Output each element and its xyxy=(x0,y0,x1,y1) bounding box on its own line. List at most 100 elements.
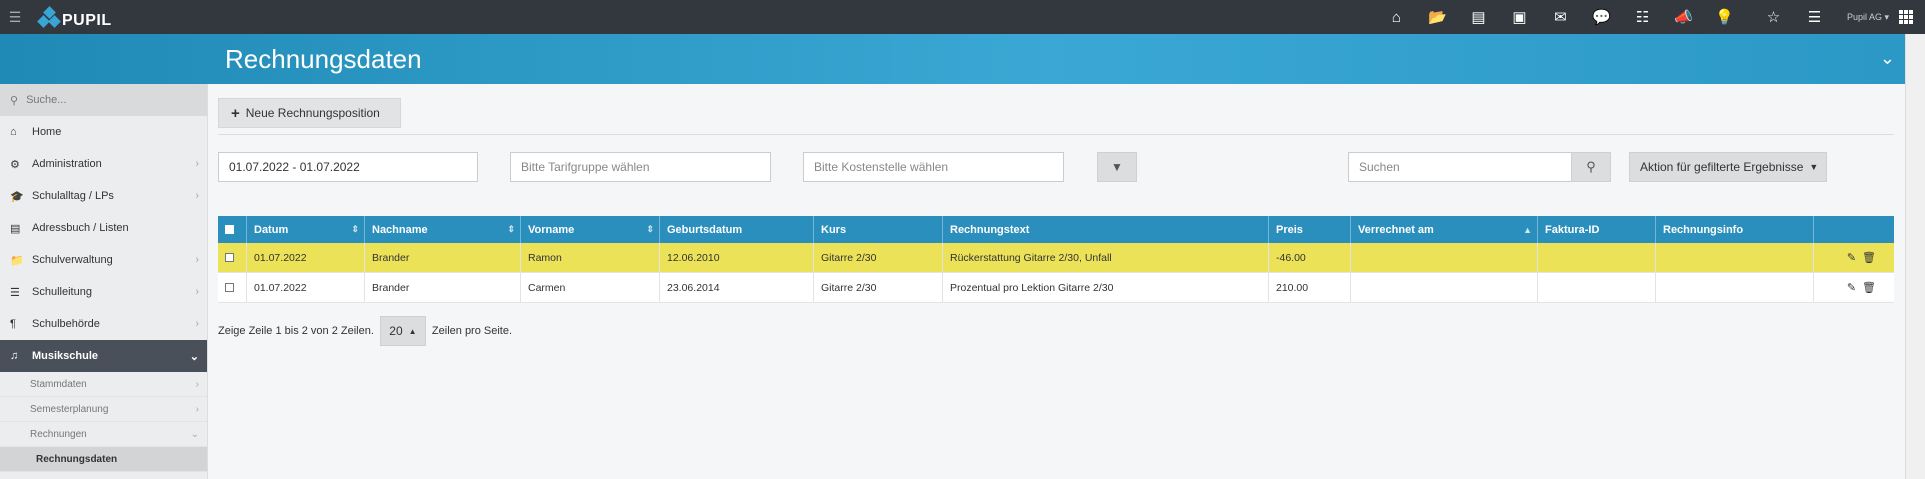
row-actions: ✎ 🗑 xyxy=(1814,273,1894,302)
chevron-right-icon: › xyxy=(195,378,199,390)
search-button[interactable]: ⚲ xyxy=(1571,152,1611,182)
cell-preis: -46.00 xyxy=(1269,243,1351,272)
trash-icon[interactable]: 🗑 xyxy=(1862,251,1876,264)
sidebar: ⚲ Suche... ⌂ Home ⚙ Administration › 🎓 S… xyxy=(0,84,208,479)
plus-icon: + xyxy=(231,104,240,122)
chevron-right-icon: › xyxy=(195,403,199,415)
divider xyxy=(218,134,1894,135)
cell-faktura xyxy=(1538,243,1656,272)
column-header-rechnungstext[interactable]: Rechnungstext xyxy=(943,216,1269,243)
sidebar-item-schulleitung[interactable]: ☰ Schulleitung › xyxy=(0,276,207,308)
cell-rechnungsinfo xyxy=(1656,273,1814,302)
row-checkbox-cell xyxy=(218,273,247,302)
cell-faktura xyxy=(1538,273,1656,302)
edit-icon[interactable]: ✎ xyxy=(1847,281,1856,294)
chevron-right-icon: › xyxy=(195,286,199,298)
chevron-down-icon: ⌄ xyxy=(189,350,199,363)
sidebar-subitem-semesterplanung[interactable]: Semesterplanung › xyxy=(0,397,207,422)
page-size-dropdown[interactable]: 20 ▲ xyxy=(379,316,426,346)
home-icon: ⌂ xyxy=(10,126,17,138)
filtered-actions-dropdown[interactable]: Aktion für gefilterte Ergebnisse ▼ xyxy=(1629,152,1827,182)
sidebar-search-input[interactable]: ⚲ Suche... xyxy=(0,84,207,116)
address-card-icon: ▤ xyxy=(10,222,21,235)
page-size-suffix: Zeilen pro Seite. xyxy=(431,325,513,337)
sidebar-item-administration[interactable]: ⚙ Administration › xyxy=(0,148,207,180)
column-header-preis[interactable]: Preis xyxy=(1269,216,1351,243)
edit-icon[interactable]: ✎ xyxy=(1847,251,1856,264)
table-row[interactable]: 01.07.2022 Brander Ramon 12.06.2010 Gita… xyxy=(218,243,1894,273)
folder-icon: 📁 xyxy=(10,254,24,267)
sidebar-item-schulbehoerde[interactable]: ¶ Schulbehörde › xyxy=(0,308,207,340)
cell-verrechnet xyxy=(1351,243,1538,272)
sidebar-subitem-rechnungen[interactable]: Rechnungen ⌄ xyxy=(0,422,207,447)
search-icon: ⚲ xyxy=(1586,159,1596,174)
cell-rechnungsinfo xyxy=(1656,243,1814,272)
row-checkbox[interactable] xyxy=(225,253,234,262)
apps-grid-icon[interactable] xyxy=(1899,10,1913,24)
sort-icon: ⇕ xyxy=(351,224,359,234)
row-checkbox[interactable] xyxy=(225,283,234,292)
user-menu[interactable]: Pupil AG ▾ xyxy=(1847,12,1889,23)
column-header-geburtsdatum[interactable]: Geburtsdatum xyxy=(660,216,814,243)
outlook-icon[interactable]: ✉ xyxy=(1540,0,1581,34)
cell-geburtsdatum: 12.06.2010 xyxy=(660,243,814,272)
cell-datum: 01.07.2022 xyxy=(247,273,365,302)
sidebar-subitem-rechnungsdaten[interactable]: Rechnungsdaten xyxy=(0,447,207,472)
star-icon[interactable]: ☆ xyxy=(1753,0,1794,34)
column-header-datum[interactable]: Datum ⇕ xyxy=(247,216,365,243)
chat-icon[interactable]: 💬 xyxy=(1581,0,1622,34)
book-icon[interactable]: ☷ xyxy=(1622,0,1663,34)
table-row[interactable]: 01.07.2022 Brander Carmen 23.06.2014 Git… xyxy=(218,273,1894,303)
column-header-kurs[interactable]: Kurs xyxy=(814,216,943,243)
table-search-input[interactable]: Suchen xyxy=(1348,152,1572,182)
home-icon[interactable]: ⌂ xyxy=(1376,0,1417,34)
office-icon[interactable]: ▣ xyxy=(1499,0,1540,34)
column-header-actions xyxy=(1814,216,1894,243)
folder-open-icon[interactable]: 📂 xyxy=(1417,0,1458,34)
logo-text: PUPIL xyxy=(62,12,112,29)
chevron-down-icon[interactable]: ⌄ xyxy=(1880,48,1895,69)
cell-rechnungstext: Rückerstattung Gitarre 2/30, Unfall xyxy=(943,243,1269,272)
pupil-logo[interactable]: PUPIL xyxy=(37,0,112,34)
cost-center-select[interactable]: Bitte Kostenstelle wählen xyxy=(803,152,1064,182)
signpost-icon: ☰ xyxy=(10,286,20,299)
new-invoice-position-button[interactable]: + Neue Rechnungsposition xyxy=(218,98,401,128)
tarif-group-select[interactable]: Bitte Tarifgruppe wählen xyxy=(510,152,771,182)
logo-hex-icon xyxy=(37,6,61,28)
row-actions: ✎ 🗑 xyxy=(1814,243,1894,272)
chevron-right-icon: › xyxy=(195,318,199,330)
column-header-nachname[interactable]: Nachname ⇕ xyxy=(365,216,521,243)
column-header-rechnungsinfo[interactable]: Rechnungsinfo xyxy=(1656,216,1814,243)
main-content: + Neue Rechnungsposition 01.07.2022 - 01… xyxy=(209,84,1905,479)
select-all-cell xyxy=(218,216,247,243)
filter-icon: ▼ xyxy=(1111,160,1123,174)
sidebar-item-schulalltag[interactable]: 🎓 Schulalltag / LPs › xyxy=(0,180,207,212)
column-header-vorname[interactable]: Vorname ⇕ xyxy=(521,216,660,243)
table-header: Datum ⇕ Nachname ⇕ Vorname ⇕ Geburtsdatu… xyxy=(218,216,1894,243)
cell-kurs: Gitarre 2/30 xyxy=(814,243,943,272)
sidebar-item-musikschule[interactable]: ♫ Musikschule ⌄ xyxy=(0,340,207,372)
filter-button[interactable]: ▼ xyxy=(1097,152,1137,182)
date-range-input[interactable]: 01.07.2022 - 01.07.2022 xyxy=(218,152,478,182)
megaphone-icon[interactable]: 📣 xyxy=(1663,0,1704,34)
page-header: Rechnungsdaten ⌄ xyxy=(0,34,1905,84)
column-header-verrechnet[interactable]: Verrechnet am ▲ xyxy=(1351,216,1538,243)
lightbulb-icon[interactable]: 💡 xyxy=(1704,0,1745,34)
id-card-icon[interactable]: ▤ xyxy=(1458,0,1499,34)
chevron-right-icon: › xyxy=(195,190,199,202)
sliders-icon[interactable]: ☰ xyxy=(1794,0,1835,34)
sidebar-item-schulverwaltung[interactable]: 📁 Schulverwaltung › xyxy=(0,244,207,276)
sidebar-item-adressbuch[interactable]: ▤ Adressbuch / Listen xyxy=(0,212,207,244)
paragraph-icon: ¶ xyxy=(10,318,16,330)
trash-icon[interactable]: 🗑 xyxy=(1862,281,1876,294)
select-all-checkbox[interactable] xyxy=(225,225,234,234)
cogs-icon: ⚙ xyxy=(10,158,20,171)
sort-icon: ⇕ xyxy=(646,224,654,234)
hamburger-menu-icon[interactable]: ☰ xyxy=(0,0,30,34)
cell-geburtsdatum: 23.06.2014 xyxy=(660,273,814,302)
cell-datum: 01.07.2022 xyxy=(247,243,365,272)
sidebar-item-home[interactable]: ⌂ Home xyxy=(0,116,207,148)
vertical-scrollbar[interactable] xyxy=(1905,34,1925,479)
sidebar-subitem-stammdaten[interactable]: Stammdaten › xyxy=(0,372,207,397)
column-header-faktura[interactable]: Faktura-ID xyxy=(1538,216,1656,243)
